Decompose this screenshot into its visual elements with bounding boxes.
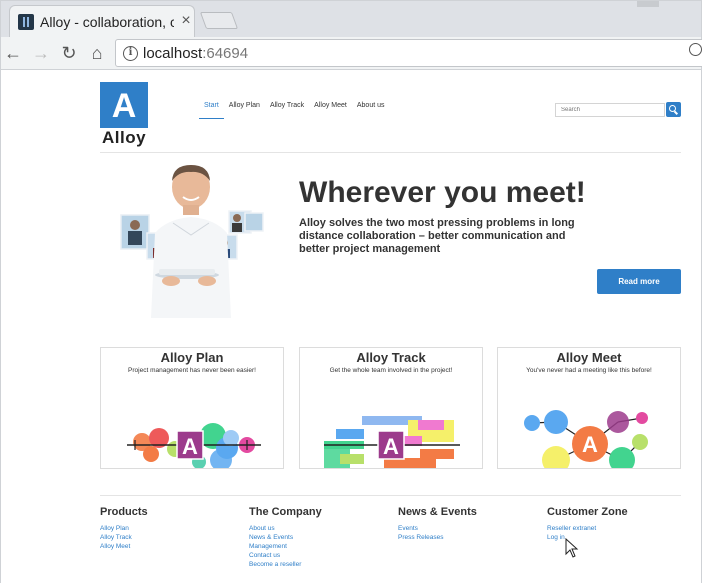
product-card-track[interactable]: Alloy Track Get the whole team involved …: [299, 347, 483, 469]
address-bar[interactable]: i localhost:64694: [115, 39, 702, 67]
footer-heading: News & Events: [398, 506, 477, 518]
footer-customer-zone: Customer Zone Reseller extranet Log in: [547, 506, 687, 542]
product-title: Alloy Track: [356, 350, 426, 365]
browser-chrome: Alloy - collaboration, com × ← → ↻ ⌂ i l…: [0, 0, 702, 70]
header-divider: [100, 152, 681, 153]
footer-products: Products Alloy Plan Alloy Track Alloy Me…: [100, 506, 240, 551]
alloy-plan-illustration: A: [127, 423, 261, 468]
search-input[interactable]: [555, 103, 665, 117]
mouse-cursor-icon: [565, 538, 579, 558]
main-nav: Start Alloy Plan Alloy Track Alloy Meet …: [199, 101, 390, 121]
footer-divider: [100, 495, 681, 496]
browser-tab[interactable]: Alloy - collaboration, com ×: [9, 5, 195, 37]
product-card-meet[interactable]: Alloy Meet You've never had a meeting li…: [497, 347, 681, 469]
product-tagline: You've never had a meeting like this bef…: [526, 367, 652, 374]
zoom-icon[interactable]: [689, 43, 702, 56]
url-port: :64694: [202, 45, 249, 62]
nav-alloy-track[interactable]: Alloy Track: [265, 101, 309, 119]
web-page: A Alloy Start Alloy Plan Alloy Track All…: [0, 70, 702, 583]
hero-subtitle: Alloy solves the two most pressing probl…: [299, 217, 575, 255]
read-more-button[interactable]: Read more: [597, 269, 681, 294]
browser-toolbar: ← → ↻ ⌂ i localhost:64694: [1, 37, 702, 70]
logo-text: Alloy: [101, 128, 147, 147]
logo-box: A: [100, 82, 148, 128]
footer-heading: Customer Zone: [547, 506, 628, 518]
minimize-button[interactable]: [637, 1, 659, 7]
product-title: Alloy Meet: [556, 350, 622, 365]
alloy-logo[interactable]: A Alloy: [100, 82, 148, 147]
footer-link-press-releases[interactable]: Press Releases: [398, 533, 538, 542]
footer-heading: The Company: [249, 506, 322, 518]
hero-title: Wherever you meet!: [299, 176, 586, 209]
footer-link-alloy-plan[interactable]: Alloy Plan: [100, 524, 240, 533]
close-icon[interactable]: ×: [178, 12, 194, 30]
footer-news: News & Events Events Press Releases: [398, 506, 538, 542]
logo-letter: A: [111, 87, 137, 125]
nav-start[interactable]: Start: [199, 101, 224, 119]
info-icon[interactable]: i: [123, 46, 138, 61]
footer-link-reseller-extranet[interactable]: Reseller extranet: [547, 524, 687, 533]
forward-icon[interactable]: →: [29, 41, 53, 65]
url-host: localhost: [143, 45, 203, 62]
url-text[interactable]: localhost:64694: [143, 45, 248, 62]
footer-link-events[interactable]: Events: [398, 524, 538, 533]
nav-alloy-meet[interactable]: Alloy Meet: [309, 101, 352, 119]
reload-icon[interactable]: ↻: [57, 41, 81, 65]
product-tagline: Project management has never been easier…: [128, 367, 256, 374]
footer-company: The Company About us News & Events Manag…: [249, 506, 389, 569]
back-icon[interactable]: ←: [1, 41, 25, 65]
home-icon[interactable]: ⌂: [85, 41, 109, 65]
footer-link-become-reseller[interactable]: Become a reseller: [249, 560, 389, 569]
footer-link-management[interactable]: Management: [249, 542, 389, 551]
hero-image: [120, 165, 264, 318]
footer-link-contact-us[interactable]: Contact us: [249, 551, 389, 560]
new-tab-button[interactable]: [199, 12, 239, 29]
product-title: Alloy Plan: [160, 350, 224, 365]
svg-text:A: A: [582, 432, 598, 457]
footer-link-alloy-track[interactable]: Alloy Track: [100, 533, 240, 542]
footer-link-news-events[interactable]: News & Events: [249, 533, 389, 542]
footer-link-alloy-meet[interactable]: Alloy Meet: [100, 542, 240, 551]
footer-link-about-us[interactable]: About us: [249, 524, 389, 533]
product-tagline: Get the whole team involved in the proje…: [329, 367, 453, 374]
search-icon[interactable]: [666, 102, 681, 117]
nav-alloy-plan[interactable]: Alloy Plan: [224, 101, 265, 119]
alloy-track-illustration: A: [324, 416, 460, 468]
footer-heading: Products: [100, 506, 148, 518]
product-card-plan[interactable]: Alloy Plan Project management has never …: [100, 347, 284, 469]
svg-text:A: A: [182, 434, 198, 459]
tab-title: Alloy - collaboration, com: [40, 14, 174, 30]
nav-about-us[interactable]: About us: [352, 101, 390, 119]
favicon-icon: [18, 14, 34, 30]
tab-strip: Alloy - collaboration, com ×: [1, 1, 701, 37]
alloy-meet-illustration: A: [524, 410, 648, 468]
svg-text:A: A: [383, 434, 399, 459]
